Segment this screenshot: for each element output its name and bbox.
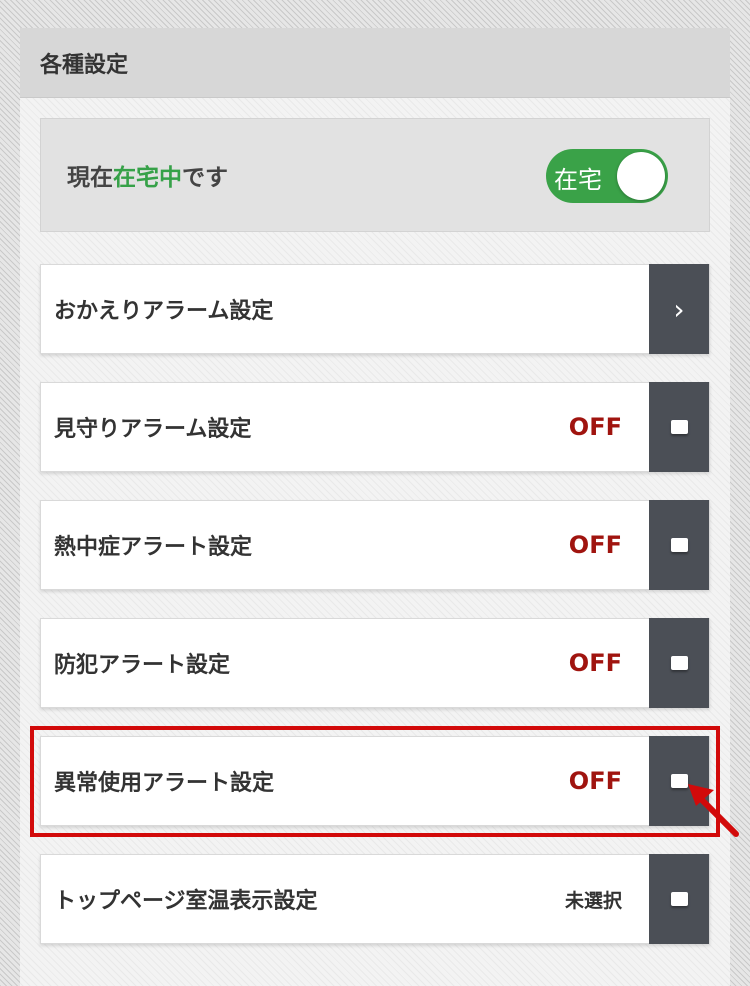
toggle-label: 在宅 [554,166,602,194]
row-label: 異常使用アラート設定 [54,771,275,796]
row-security-alert[interactable]: 防犯アラート設定 OFF [40,618,710,708]
row-abnormal-use-alert[interactable]: 異常使用アラート設定 OFF [40,736,710,826]
row-heatstroke-alert[interactable]: 熱中症アラート設定 OFF [40,500,710,590]
row-action-button[interactable] [649,854,709,944]
row-status-value: OFF [568,531,622,559]
row-status-value: 未選択 [564,889,622,912]
settings-panel: 各種設定 現在 在宅中 です 在宅 おかえりアラーム設定 › 見守りアラーム設定 O… [20,28,730,986]
row-label: トップページ室温表示設定 [54,889,318,914]
row-watch-alarm[interactable]: 見守りアラーム設定 OFF [40,382,710,472]
row-status-value: OFF [568,767,622,795]
toggle-knob [617,152,665,200]
row-action-button[interactable] [649,500,709,590]
row-top-page-temperature[interactable]: トップページ室温表示設定 未選択 [40,854,710,944]
square-icon [670,774,688,788]
status-prefix: 現在 [67,165,113,191]
row-label: 防犯アラート設定 [54,653,231,678]
row-welcome-alarm[interactable]: おかえりアラーム設定 › [40,264,710,354]
row-action-button[interactable] [649,736,709,826]
status-suffix: です [182,165,228,191]
presence-toggle[interactable]: 在宅 [546,149,668,203]
presence-status-box: 現在 在宅中 です 在宅 [40,118,710,232]
row-status-value: OFF [568,649,622,677]
row-label: 熱中症アラート設定 [54,535,253,560]
row-status-value: OFF [568,413,622,441]
row-action-button[interactable] [649,618,709,708]
row-label: おかえりアラーム設定 [54,299,274,324]
square-icon [670,538,688,552]
chevron-right-icon: › [673,292,685,326]
panel-title: 各種設定 [20,28,730,98]
status-state: 在宅中 [113,165,182,191]
square-icon [670,420,688,434]
row-label: 見守りアラーム設定 [54,417,252,442]
row-action-button[interactable]: › [649,264,709,354]
square-icon [670,656,688,670]
square-icon [670,892,688,906]
row-action-button[interactable] [649,382,709,472]
